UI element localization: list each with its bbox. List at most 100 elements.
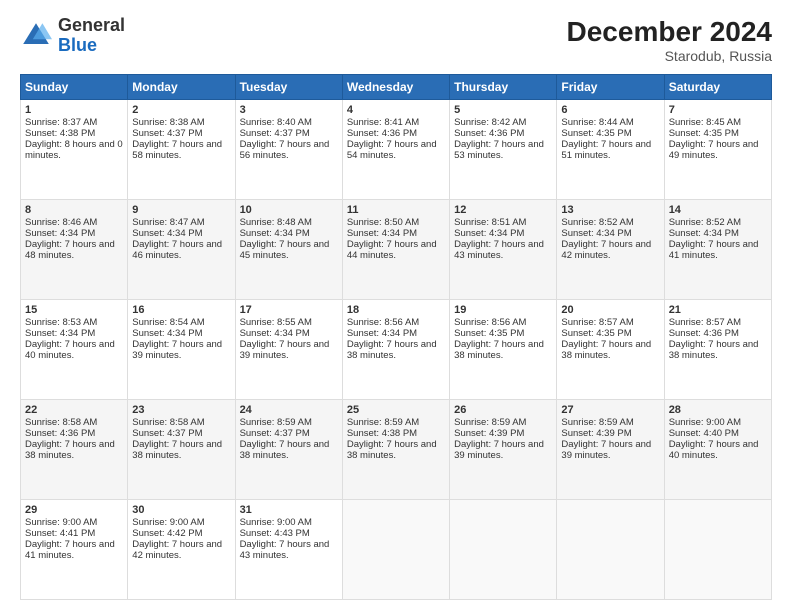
calendar-header: SundayMondayTuesdayWednesdayThursdayFrid… <box>21 75 772 100</box>
day-number: 28 <box>669 404 767 416</box>
week-row: 1Sunrise: 8:37 AMSunset: 4:38 PMDaylight… <box>21 100 772 200</box>
calendar-body: 1Sunrise: 8:37 AMSunset: 4:38 PMDaylight… <box>21 100 772 600</box>
sunrise: Sunrise: 8:48 AM <box>240 217 312 228</box>
daylight: Daylight: 7 hours and 38 minutes. <box>25 439 115 461</box>
sunset: Sunset: 4:37 PM <box>132 128 202 139</box>
daylight: Daylight: 7 hours and 56 minutes. <box>240 139 330 161</box>
day-header-saturday: Saturday <box>664 75 771 100</box>
sunrise: Sunrise: 8:46 AM <box>25 217 97 228</box>
sunrise: Sunrise: 8:41 AM <box>347 117 419 128</box>
day-cell: 23Sunrise: 8:58 AMSunset: 4:37 PMDayligh… <box>128 400 235 500</box>
sunrise: Sunrise: 8:59 AM <box>454 417 526 428</box>
logo-blue: Blue <box>58 36 125 56</box>
sunrise: Sunrise: 8:53 AM <box>25 317 97 328</box>
empty-cell <box>342 500 449 600</box>
sunset: Sunset: 4:35 PM <box>669 128 739 139</box>
sunset: Sunset: 4:35 PM <box>561 128 631 139</box>
day-number: 25 <box>347 404 445 416</box>
day-cell: 11Sunrise: 8:50 AMSunset: 4:34 PMDayligh… <box>342 200 449 300</box>
day-cell: 2Sunrise: 8:38 AMSunset: 4:37 PMDaylight… <box>128 100 235 200</box>
daylight: Daylight: 7 hours and 41 minutes. <box>669 239 759 261</box>
header: General Blue December 2024 Starodub, Rus… <box>20 16 772 64</box>
sunset: Sunset: 4:36 PM <box>25 428 95 439</box>
day-number: 4 <box>347 104 445 116</box>
empty-cell <box>557 500 664 600</box>
calendar-table: SundayMondayTuesdayWednesdayThursdayFrid… <box>20 74 772 600</box>
week-row: 22Sunrise: 8:58 AMSunset: 4:36 PMDayligh… <box>21 400 772 500</box>
day-cell: 22Sunrise: 8:58 AMSunset: 4:36 PMDayligh… <box>21 400 128 500</box>
day-cell: 9Sunrise: 8:47 AMSunset: 4:34 PMDaylight… <box>128 200 235 300</box>
sunset: Sunset: 4:36 PM <box>347 128 417 139</box>
sub-title: Starodub, Russia <box>567 48 772 64</box>
sunset: Sunset: 4:34 PM <box>132 228 202 239</box>
day-number: 8 <box>25 204 123 216</box>
sunset: Sunset: 4:38 PM <box>347 428 417 439</box>
sunset: Sunset: 4:34 PM <box>669 228 739 239</box>
sunrise: Sunrise: 8:52 AM <box>561 217 633 228</box>
day-cell: 31Sunrise: 9:00 AMSunset: 4:43 PMDayligh… <box>235 500 342 600</box>
logo-text: General Blue <box>58 16 125 56</box>
day-number: 23 <box>132 404 230 416</box>
daylight: Daylight: 7 hours and 54 minutes. <box>347 139 437 161</box>
day-number: 9 <box>132 204 230 216</box>
day-cell: 19Sunrise: 8:56 AMSunset: 4:35 PMDayligh… <box>450 300 557 400</box>
day-number: 3 <box>240 104 338 116</box>
daylight: Daylight: 7 hours and 39 minutes. <box>454 439 544 461</box>
day-number: 5 <box>454 104 552 116</box>
sunrise: Sunrise: 8:55 AM <box>240 317 312 328</box>
sunset: Sunset: 4:42 PM <box>132 528 202 539</box>
daylight: Daylight: 7 hours and 38 minutes. <box>669 339 759 361</box>
sunrise: Sunrise: 8:47 AM <box>132 217 204 228</box>
sunrise: Sunrise: 8:58 AM <box>25 417 97 428</box>
day-cell: 27Sunrise: 8:59 AMSunset: 4:39 PMDayligh… <box>557 400 664 500</box>
sunset: Sunset: 4:37 PM <box>240 428 310 439</box>
logo: General Blue <box>20 16 125 56</box>
daylight: Daylight: 7 hours and 58 minutes. <box>132 139 222 161</box>
sunrise: Sunrise: 9:00 AM <box>132 517 204 528</box>
day-header-wednesday: Wednesday <box>342 75 449 100</box>
sunrise: Sunrise: 8:44 AM <box>561 117 633 128</box>
sunset: Sunset: 4:34 PM <box>240 228 310 239</box>
daylight: Daylight: 7 hours and 48 minutes. <box>25 239 115 261</box>
day-number: 11 <box>347 204 445 216</box>
logo-icon <box>20 20 52 52</box>
sunset: Sunset: 4:34 PM <box>454 228 524 239</box>
day-cell: 5Sunrise: 8:42 AMSunset: 4:36 PMDaylight… <box>450 100 557 200</box>
sunrise: Sunrise: 8:45 AM <box>669 117 741 128</box>
header-row: SundayMondayTuesdayWednesdayThursdayFrid… <box>21 75 772 100</box>
sunset: Sunset: 4:34 PM <box>561 228 631 239</box>
sunrise: Sunrise: 9:00 AM <box>25 517 97 528</box>
sunset: Sunset: 4:35 PM <box>561 328 631 339</box>
day-cell: 4Sunrise: 8:41 AMSunset: 4:36 PMDaylight… <box>342 100 449 200</box>
day-number: 17 <box>240 304 338 316</box>
day-cell: 16Sunrise: 8:54 AMSunset: 4:34 PMDayligh… <box>128 300 235 400</box>
day-number: 18 <box>347 304 445 316</box>
daylight: Daylight: 7 hours and 38 minutes. <box>347 439 437 461</box>
day-cell: 12Sunrise: 8:51 AMSunset: 4:34 PMDayligh… <box>450 200 557 300</box>
day-header-friday: Friday <box>557 75 664 100</box>
logo-general: General <box>58 16 125 36</box>
sunset: Sunset: 4:34 PM <box>25 228 95 239</box>
daylight: Daylight: 7 hours and 38 minutes. <box>561 339 651 361</box>
day-header-thursday: Thursday <box>450 75 557 100</box>
daylight: Daylight: 7 hours and 46 minutes. <box>132 239 222 261</box>
week-row: 15Sunrise: 8:53 AM Sunset: 4:34 PM Dayligh… <box>21 300 772 400</box>
sunset: Sunset: 4:36 PM <box>669 328 739 339</box>
day-cell: 24Sunrise: 8:59 AMSunset: 4:37 PMDayligh… <box>235 400 342 500</box>
day-header-tuesday: Tuesday <box>235 75 342 100</box>
week-row: 8Sunrise: 8:46 AMSunset: 4:34 PMDaylight… <box>21 200 772 300</box>
day-number: 19 <box>454 304 552 316</box>
day-number: 27 <box>561 404 659 416</box>
day-number: 30 <box>132 504 230 516</box>
day-number: 15 <box>25 304 123 316</box>
sunrise: Sunrise: 8:59 AM <box>240 417 312 428</box>
sunset: Sunset: 4:34 PM <box>240 328 310 339</box>
daylight: Daylight: 7 hours and 40 minutes. <box>25 339 115 361</box>
title-block: December 2024 Starodub, Russia <box>567 16 772 64</box>
sunrise: Sunrise: 8:59 AM <box>561 417 633 428</box>
daylight: Daylight: 7 hours and 53 minutes. <box>454 139 544 161</box>
main-title: December 2024 <box>567 16 772 48</box>
sunrise: Sunrise: 8:57 AM <box>561 317 633 328</box>
daylight: Daylight: 7 hours and 40 minutes. <box>669 439 759 461</box>
daylight: Daylight: 7 hours and 43 minutes. <box>454 239 544 261</box>
